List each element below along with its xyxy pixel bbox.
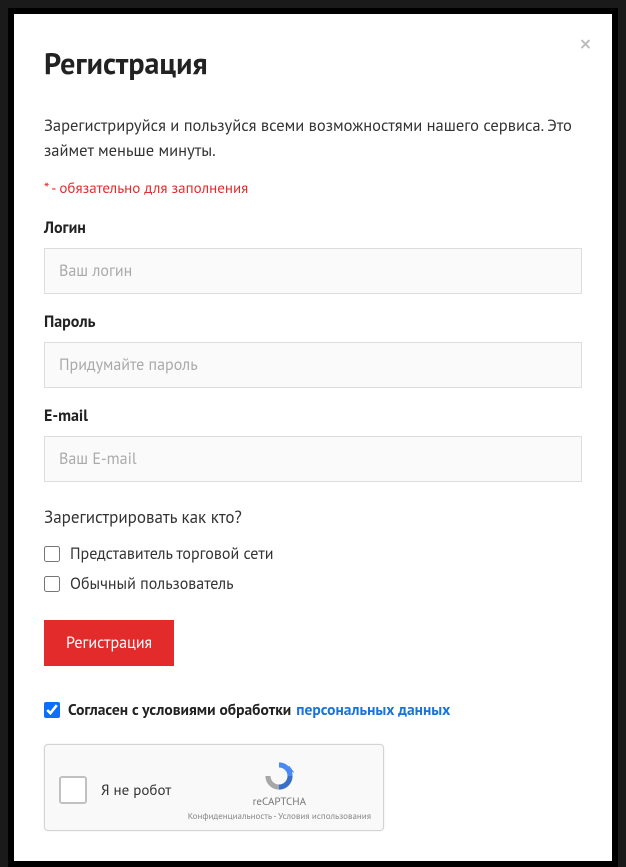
role-option-user[interactable]: Обычный пользователь [44,574,582,594]
recaptcha-checkbox[interactable] [59,776,87,804]
required-fields-note: * - обязательно для заполнения [44,179,582,198]
role-option-merchant[interactable]: Представитель торговой сети [44,544,582,564]
recaptcha-branding: reCAPTCHA Конфиденциальность - Условия и… [188,759,371,822]
modal-title: Регистрация [44,44,582,83]
recaptcha-legal-links: Конфиденциальность - Условия использован… [188,811,371,822]
login-input[interactable] [44,248,582,294]
role-merchant-checkbox[interactable] [44,546,60,562]
consent-checkbox[interactable] [44,702,60,718]
consent-text: Согласен с условиями обработки [68,700,291,720]
modal-lead-text: Зарегистрируйся и пользуйся всеми возмож… [44,113,582,163]
registration-modal: × Регистрация Зарегистрируйся и пользуйс… [14,14,612,861]
role-user-label: Обычный пользователь [70,574,234,594]
modal-wrapper: × Регистрация Зарегистрируйся и пользуйс… [8,8,618,867]
recaptcha-privacy-link[interactable]: Конфиденциальность [188,811,272,822]
submit-button[interactable]: Регистрация [44,620,174,666]
login-group: Логин [44,218,582,294]
close-button[interactable]: × [579,32,592,58]
recaptcha-brand-text: reCAPTCHA [253,795,306,809]
consent-link[interactable]: персональных данных [296,700,450,720]
role-merchant-label: Представитель торговой сети [70,544,274,564]
recaptcha-terms-link[interactable]: Условия использования [278,811,371,822]
password-input[interactable] [44,342,582,388]
consent-row: Согласен с условиями обработки персональ… [44,700,582,720]
email-group: E-mail [44,406,582,482]
password-group: Пароль [44,312,582,388]
recaptcha-icon [262,759,296,793]
role-user-checkbox[interactable] [44,576,60,592]
email-input[interactable] [44,436,582,482]
password-label: Пароль [44,312,582,332]
login-label: Логин [44,218,582,238]
recaptcha-widget: Я не робот reCAPTCHA Конфиденциальность … [44,744,384,831]
recaptcha-label: Я не робот [101,781,188,800]
email-label: E-mail [44,406,582,426]
role-question: Зарегистрировать как кто? [44,506,582,528]
